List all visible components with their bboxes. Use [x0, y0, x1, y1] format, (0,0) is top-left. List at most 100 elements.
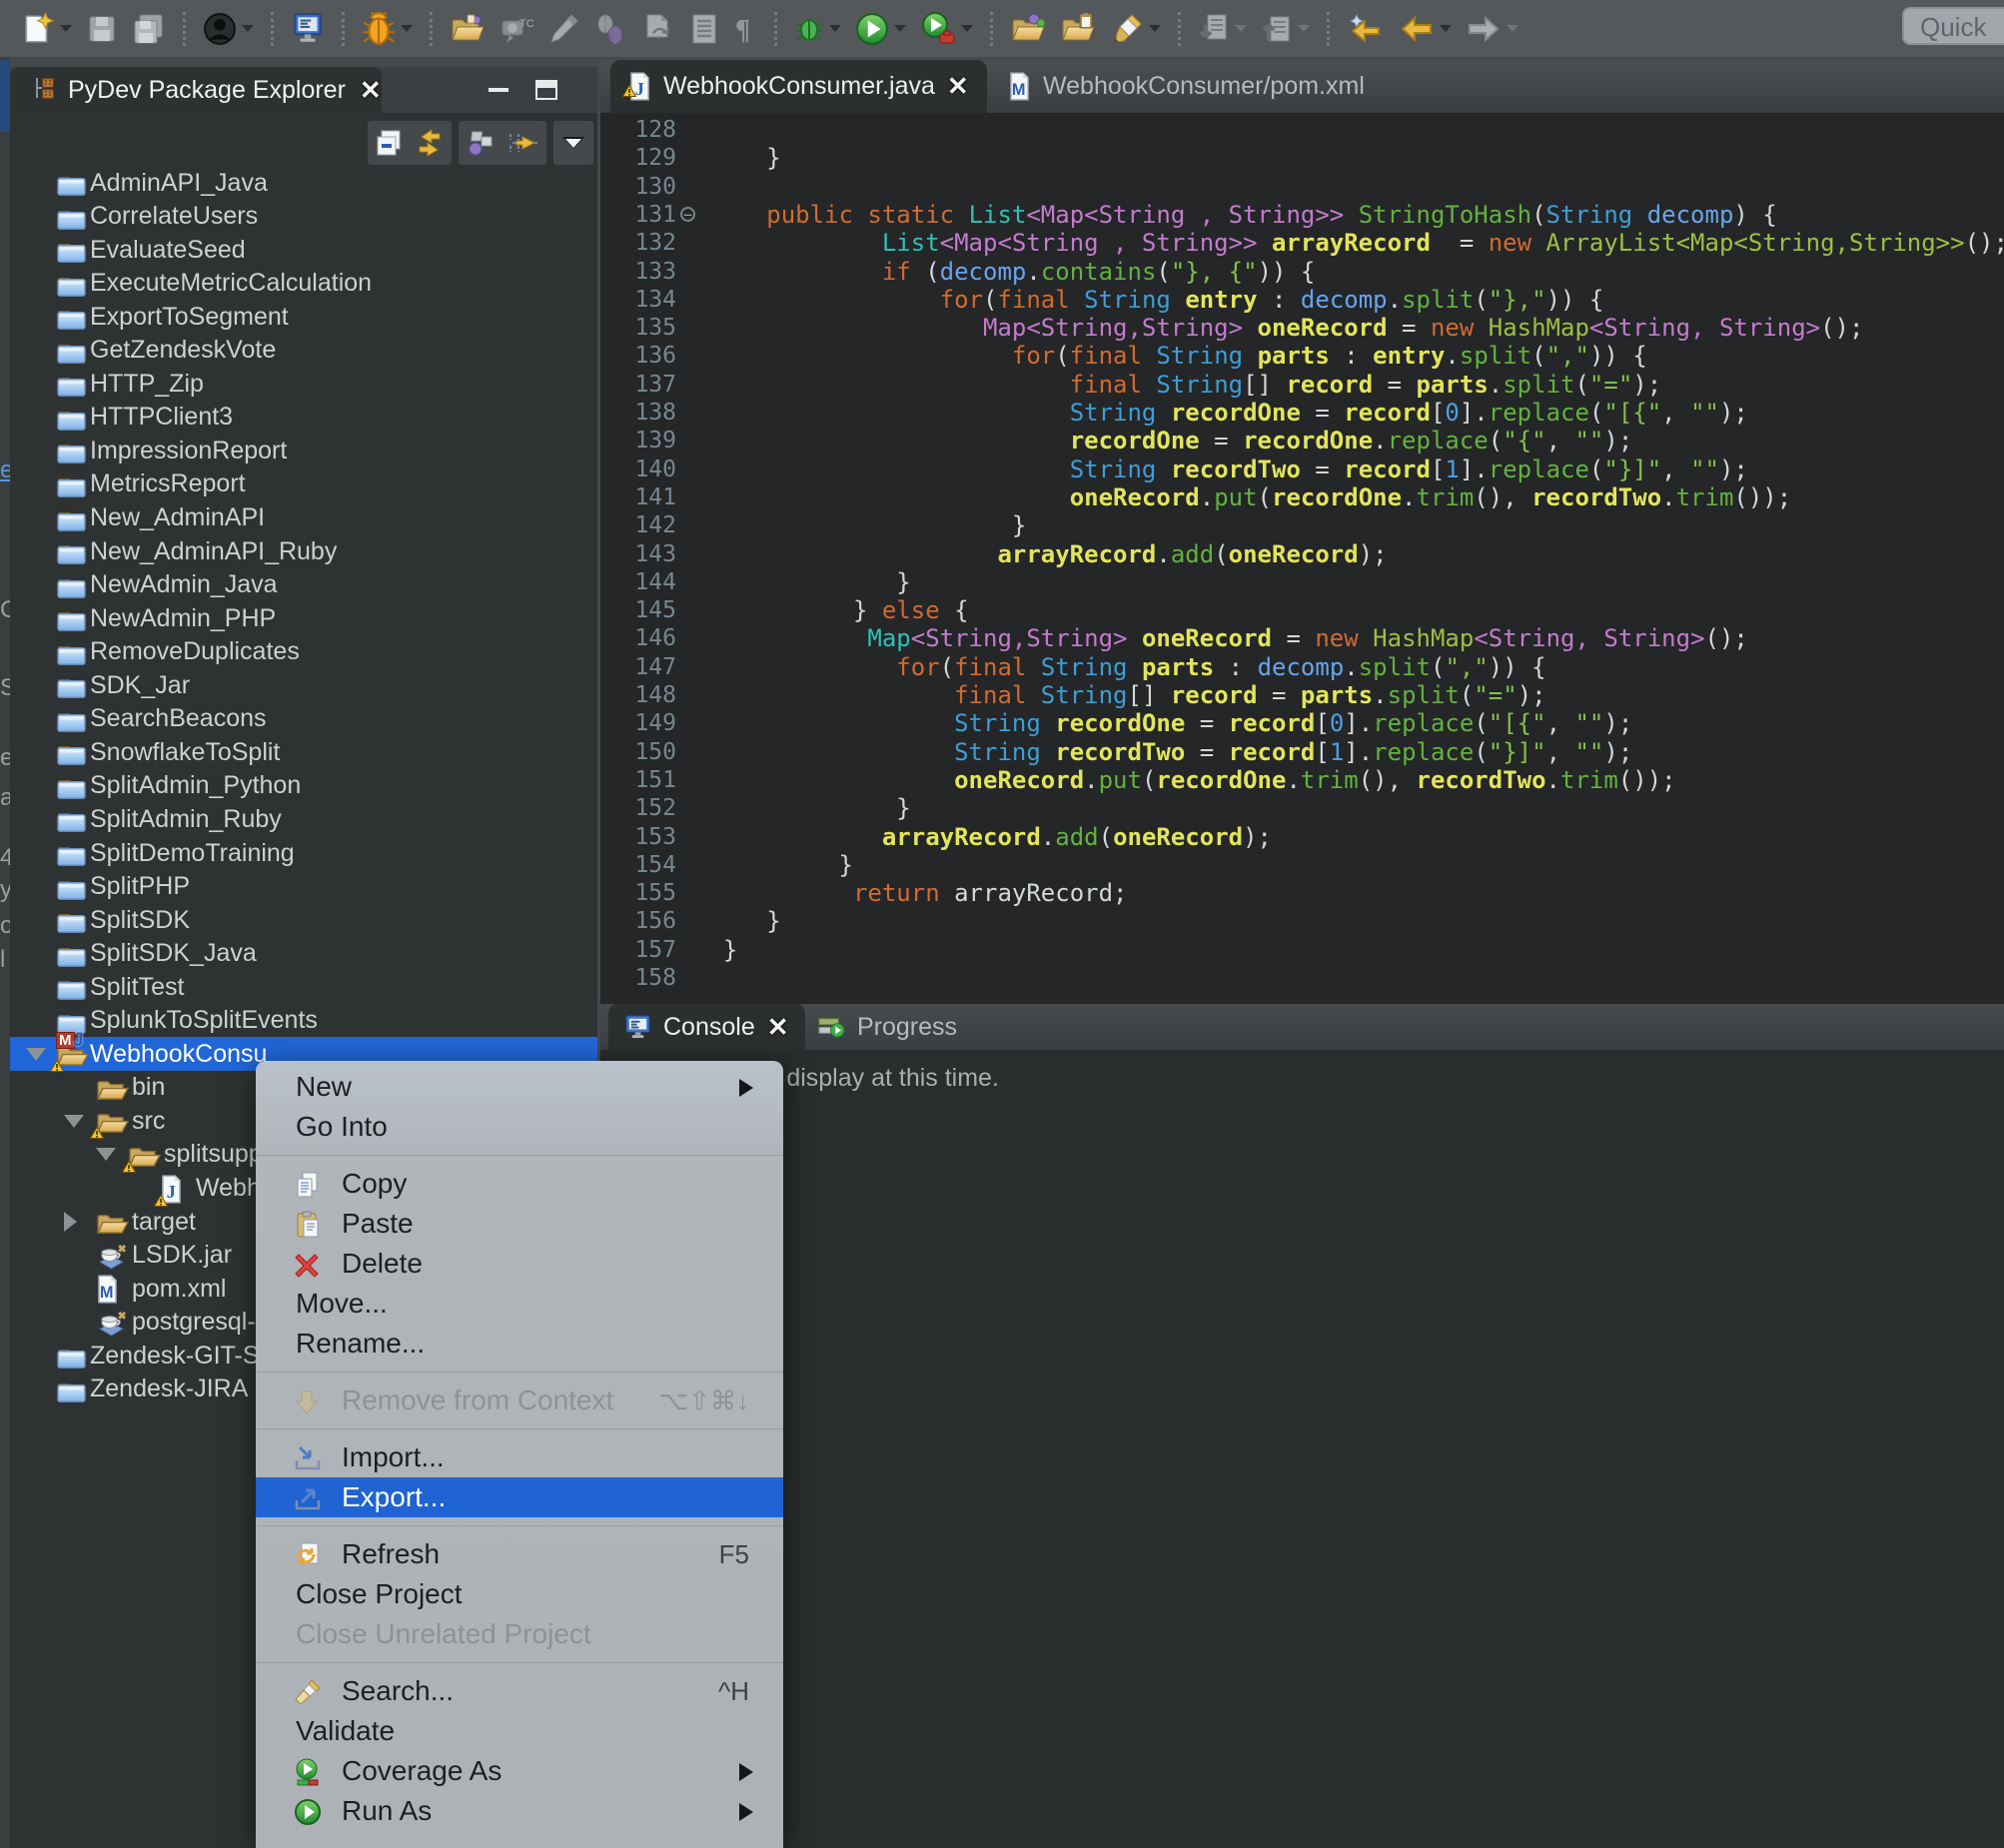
- tree-item-splitphp[interactable]: SplitPHP: [10, 870, 597, 904]
- toolbar-button-back-star[interactable]: [1347, 9, 1385, 49]
- tree-item-httpclient3[interactable]: HTTPClient3: [10, 401, 597, 435]
- menu-item-label: Rename...: [296, 1324, 425, 1364]
- menu-item-run-as[interactable]: Run As: [256, 1791, 783, 1831]
- tree-item-splitsdk[interactable]: SplitSDK: [10, 903, 597, 937]
- code-editor[interactable]: 128129 }130131− public static List<Map<S…: [600, 113, 2004, 1004]
- console-tab-console[interactable]: Console✕: [608, 1004, 805, 1050]
- menu-item-move[interactable]: Move...: [256, 1284, 783, 1324]
- toolbar-button-task-folder[interactable]: [450, 9, 486, 49]
- close-icon[interactable]: ✕: [360, 75, 382, 106]
- tree-item-splitadmin-python[interactable]: SplitAdmin_Python: [10, 769, 597, 803]
- dropdown-arrow-icon[interactable]: [242, 25, 254, 32]
- dropdown-arrow-icon[interactable]: [1440, 25, 1452, 32]
- project-icon: [56, 637, 90, 667]
- menu-item-refresh[interactable]: RefreshF5: [256, 1534, 783, 1574]
- tree-item-executemetriccalculation[interactable]: ExecuteMetricCalculation: [10, 267, 597, 301]
- tree-item-splitdemotraining[interactable]: SplitDemoTraining: [10, 836, 597, 870]
- editor-tab-label: WebhookConsumer/pom.xml: [1043, 72, 1365, 101]
- menu-item-copy[interactable]: Copy: [256, 1164, 783, 1204]
- toolbar-button-remote-monitor[interactable]: [291, 9, 325, 49]
- menu-item-rename[interactable]: Rename...: [256, 1324, 783, 1364]
- line-number: 146: [618, 624, 676, 653]
- toolbar-button-pilcrow[interactable]: ¶: [733, 9, 757, 49]
- menu-item-go-into[interactable]: Go Into: [256, 1107, 783, 1147]
- dropdown-arrow-icon[interactable]: [961, 25, 973, 32]
- focus-task-icon[interactable]: [506, 128, 540, 158]
- tree-item-http-zip[interactable]: HTTP_Zip: [10, 367, 597, 401]
- dropdown-arrow-icon[interactable]: [1235, 25, 1247, 32]
- project-icon: [56, 771, 90, 801]
- dropdown-arrow-icon[interactable]: [60, 25, 72, 32]
- submenu-arrow-icon: [739, 1803, 753, 1821]
- menu-item-close-project[interactable]: Close Project: [256, 1574, 783, 1614]
- tree-item-splitsdk-java[interactable]: SplitSDK_Java: [10, 937, 597, 971]
- toolbar-button-run-profile[interactable]: [920, 9, 973, 49]
- dropdown-arrow-icon[interactable]: [894, 25, 906, 32]
- toolbar-button-folder-balls[interactable]: [1010, 9, 1046, 49]
- expand-arrow-icon[interactable]: [64, 1212, 77, 1232]
- dropdown-arrow-icon[interactable]: [1506, 25, 1518, 32]
- toolbar-button-bug-orange[interactable]: [362, 9, 413, 49]
- quick-access-box[interactable]: Quick: [1902, 7, 2004, 45]
- dropdown-arrow-icon[interactable]: [1149, 25, 1161, 32]
- toolbar-button-marker-pen[interactable]: [1110, 9, 1161, 49]
- tree-item-impressionreport[interactable]: ImpressionReport: [10, 434, 597, 467]
- copy-icon: [294, 1170, 324, 1198]
- toolbar-button-folder-clipboard[interactable]: [1060, 9, 1096, 49]
- view-menu-icon[interactable]: [559, 134, 587, 152]
- toolbar-button-bug-green[interactable]: [794, 9, 841, 49]
- tree-item-adminapi-java[interactable]: AdminAPI_Java: [10, 166, 597, 200]
- menu-item-coverage-as[interactable]: Coverage As: [256, 1751, 783, 1791]
- code-text: String recordOne = record[0].replace("[{…: [694, 399, 1748, 428]
- tree-item-newadmin-java[interactable]: NewAdmin_Java: [10, 568, 597, 602]
- maximize-icon[interactable]: [531, 77, 561, 103]
- toolbar-button-run-green[interactable]: [855, 9, 906, 49]
- tree-item-searchbeacons[interactable]: SearchBeacons: [10, 702, 597, 736]
- dropdown-arrow-icon[interactable]: [401, 25, 413, 32]
- menu-item-import[interactable]: Import...: [256, 1437, 783, 1477]
- toolbar-button-forward: [1466, 9, 1518, 49]
- tree-item-new-adminapi-ruby[interactable]: New_AdminAPI_Ruby: [10, 534, 597, 568]
- menu-item-search[interactable]: Search...^H: [256, 1671, 783, 1711]
- collapse-arrow-icon[interactable]: [96, 1148, 116, 1161]
- tree-item-newadmin-php[interactable]: NewAdmin_PHP: [10, 601, 597, 635]
- tree-item-correlateusers[interactable]: CorrelateUsers: [10, 200, 597, 234]
- collapse-all-icon[interactable]: [374, 128, 404, 158]
- minimize-icon[interactable]: [484, 77, 513, 103]
- editor-tab-webhookconsumer-pom-xml[interactable]: MWebhookConsumer/pom.xml: [990, 60, 1395, 113]
- tree-item-new-adminapi[interactable]: New_AdminAPI: [10, 501, 597, 535]
- tree-item-removeduplicates[interactable]: RemoveDuplicates: [10, 635, 597, 669]
- menu-item-delete[interactable]: Delete: [256, 1244, 783, 1284]
- project-icon: [56, 469, 90, 499]
- console-tab-progress[interactable]: Progress: [802, 1004, 985, 1050]
- toolbar-button-user-profile[interactable]: [203, 9, 254, 49]
- tree-item-metricsreport[interactable]: MetricsReport: [10, 467, 597, 501]
- link-editor-icon[interactable]: [414, 128, 446, 158]
- menu-item-validate[interactable]: Validate: [256, 1711, 783, 1751]
- fold-marker-icon[interactable]: −: [680, 207, 695, 222]
- close-icon[interactable]: ✕: [767, 1012, 789, 1043]
- toolbar-button-new-wizard[interactable]: [21, 9, 72, 49]
- tree-item-sdk-jar[interactable]: SDK_Jar: [10, 668, 597, 702]
- tree-item-getzendeskvote[interactable]: GetZendeskVote: [10, 334, 597, 368]
- menu-item-paste[interactable]: Paste: [256, 1204, 783, 1244]
- tree-item-splitadmin-ruby[interactable]: SplitAdmin_Ruby: [10, 802, 597, 836]
- editor-area[interactable]: JWebhookConsumer.java✕MWebhookConsumer/p…: [600, 60, 2004, 1004]
- tree-item-exporttosegment[interactable]: ExportToSegment: [10, 300, 597, 334]
- collapse-arrow-icon[interactable]: [26, 1048, 46, 1061]
- tree-item-snowflaketosplit[interactable]: SnowflakeToSplit: [10, 735, 597, 769]
- menu-item-export[interactable]: Export...: [256, 1477, 783, 1517]
- editor-tab-webhookconsumer-java[interactable]: JWebhookConsumer.java✕: [610, 60, 987, 113]
- tab-pydev-package-explorer[interactable]: PyDev Package Explorer ✕: [10, 67, 382, 113]
- dropdown-arrow-icon[interactable]: [829, 25, 841, 32]
- menu-item-new[interactable]: New: [256, 1067, 783, 1107]
- package-presentation-icon[interactable]: [465, 128, 497, 158]
- close-icon[interactable]: ✕: [947, 71, 969, 102]
- collapse-arrow-icon[interactable]: [64, 1115, 84, 1128]
- tree-item-splunktosplitevents[interactable]: SplunkToSplitEvents: [10, 1004, 597, 1038]
- dropdown-arrow-icon[interactable]: [1298, 25, 1310, 32]
- tree-item-splittest[interactable]: SplitTest: [10, 970, 597, 1004]
- capture-icon: TC: [500, 13, 533, 45]
- tree-item-evaluateseed[interactable]: EvaluateSeed: [10, 233, 597, 267]
- toolbar-button-back[interactable]: [1399, 9, 1452, 49]
